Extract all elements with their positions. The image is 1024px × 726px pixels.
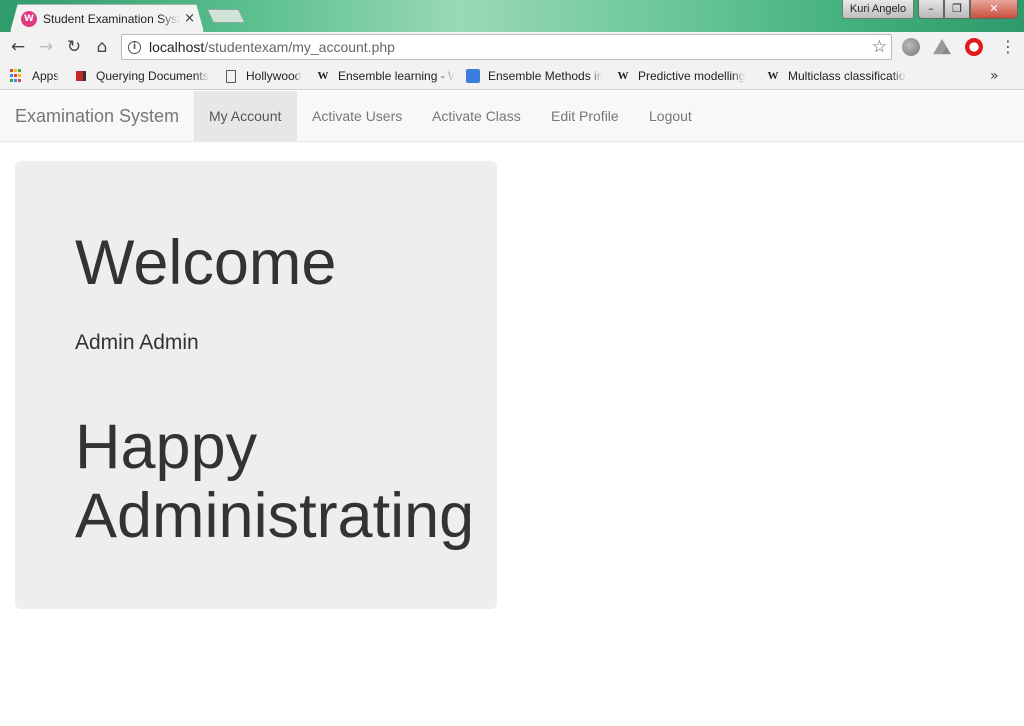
wikipedia-icon: W [317, 70, 329, 82]
home-icon[interactable]: ⌂ [92, 37, 112, 57]
wikipedia-icon: W [767, 70, 779, 82]
page-icon [224, 69, 238, 83]
bookmark-ensemble-methods[interactable]: Ensemble Methods in [466, 67, 604, 85]
drive-icon[interactable] [933, 38, 951, 55]
blue-diamond-icon [466, 69, 480, 83]
opera-icon[interactable] [965, 38, 983, 56]
bookmark-label: Ensemble Methods in [488, 69, 604, 83]
url-host: localhost [149, 39, 205, 55]
nav-my-account[interactable]: My Account [194, 91, 297, 141]
navbar-brand[interactable]: Examination System [15, 106, 179, 127]
back-arrow-icon[interactable]: ← [8, 37, 28, 57]
bookmark-querying-documents[interactable]: Querying Documents [74, 67, 212, 85]
welcome-jumbotron: Welcome Admin Admin Happy Administrating [15, 161, 497, 609]
tab-title: Student Examination System [43, 11, 181, 26]
favicon-letter: W [24, 13, 34, 24]
bookmark-predictive-modelling[interactable]: W Predictive modelling [616, 67, 756, 85]
bookmark-label: Ensemble learning - W [338, 69, 454, 83]
bookmark-label: Predictive modelling [638, 69, 746, 83]
tab-favicon-icon: W [21, 10, 37, 27]
minimize-button[interactable]: – [918, 0, 944, 19]
window-controls: – ❐ ✕ [918, 0, 1018, 19]
apps-grid-icon [10, 69, 24, 83]
nav-logout[interactable]: Logout [634, 91, 707, 141]
site-info-icon[interactable]: i [128, 40, 141, 54]
document-red-icon [74, 69, 88, 83]
nav-activate-users[interactable]: Activate Users [297, 91, 417, 141]
wikipedia-icon: W [617, 70, 629, 82]
forward-arrow-icon[interactable]: → [36, 37, 56, 57]
url-path: /studentexam/my_account.php [204, 39, 395, 55]
happy-administrating-heading: Happy Administrating [75, 412, 475, 551]
address-bar[interactable]: i localhost/studentexam/my_account.php ☆ [121, 34, 892, 60]
browser-titlebar: W Student Examination System × Kuri Ange… [0, 0, 1024, 32]
bookmark-label: Apps [32, 69, 60, 83]
url-text: localhost/studentexam/my_account.php [149, 39, 395, 55]
bookmark-star-icon[interactable]: ☆ [872, 37, 887, 57]
restore-button[interactable]: ❐ [944, 0, 970, 19]
bookmark-hollywood[interactable]: Hollywood [224, 67, 310, 85]
bookmark-label: Hollywood [246, 69, 302, 83]
browser-toolbar: ← → ↻ ⌂ i localhost/studentexam/my_accou… [0, 32, 1024, 62]
extension-globe-icon[interactable] [902, 38, 920, 56]
bookmarks-bar: Apps Querying Documents Hollywood W Ense… [0, 62, 1024, 90]
new-tab-button[interactable] [206, 9, 246, 23]
bookmark-apps[interactable]: Apps [10, 67, 70, 85]
nav-edit-profile[interactable]: Edit Profile [536, 91, 634, 141]
nav-activate-class[interactable]: Activate Class [417, 91, 536, 141]
welcome-heading: Welcome [75, 228, 337, 298]
tab-close-icon[interactable]: × [184, 11, 195, 26]
user-name: Admin Admin [75, 331, 199, 354]
close-window-button[interactable]: ✕ [970, 0, 1018, 19]
more-bookmarks-chevron-icon[interactable]: » [990, 68, 999, 84]
reload-icon[interactable]: ↻ [64, 37, 84, 57]
profile-user-button[interactable]: Kuri Angelo [842, 0, 914, 19]
bookmark-label: Querying Documents [96, 69, 209, 83]
browser-tab[interactable]: W Student Examination System × [10, 4, 204, 32]
bookmark-ensemble-learning[interactable]: W Ensemble learning - W [316, 67, 455, 85]
bookmark-multiclass-classification[interactable]: W Multiclass classification [766, 67, 907, 85]
browser-menu-icon[interactable]: ⋮ [1000, 37, 1016, 56]
bookmark-label: Multiclass classification [788, 69, 906, 83]
site-navbar: Examination System My Account Activate U… [0, 91, 1024, 142]
